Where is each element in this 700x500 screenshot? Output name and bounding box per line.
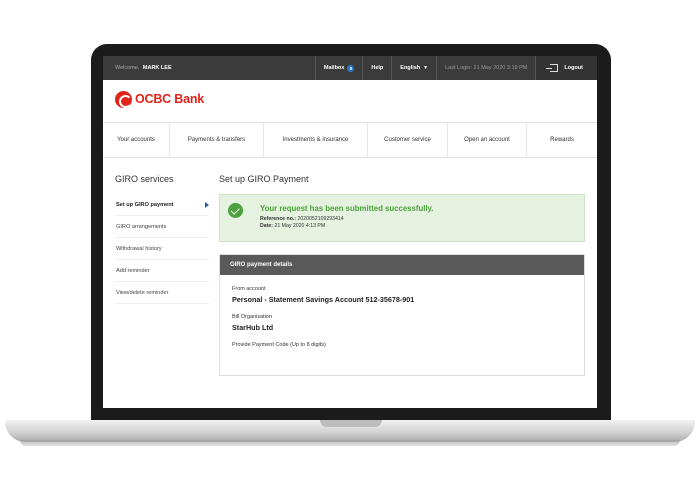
last-login-text: Last Login: 21 May 2020 3:19 PM [445, 65, 528, 71]
logo-row: OCBC Bank [103, 80, 597, 118]
nav-label: Open an account [464, 137, 510, 143]
nav-your-accounts[interactable]: Your accounts [103, 123, 170, 157]
date-value: 21 May 2020 4:13 PM [274, 223, 326, 230]
nav-payments-transfers[interactable]: Payments & transfers [170, 123, 264, 157]
ocbc-logo-icon[interactable] [115, 90, 132, 108]
date-line: Date: 21 May 2020 4:13 PM [260, 223, 433, 230]
screen: Welcome, MARK LEE Mailbox 0 Help English… [103, 56, 597, 408]
sidebar-item-label: Withdrawal history [116, 246, 162, 252]
user-name: MARK LEE [142, 65, 172, 71]
from-account-label: From account [232, 286, 266, 292]
payment-code-label: Provide Payment Code (Up to 8 digits) [232, 342, 326, 348]
brand-name[interactable]: OCBC Bank [135, 92, 204, 106]
sidebar-title: GIRO services [115, 174, 174, 184]
success-body: Your request has been submitted successf… [260, 204, 433, 235]
page-title: Set up GIRO Payment [219, 174, 309, 184]
main-panel: Set up GIRO Payment Your request has bee… [219, 174, 585, 376]
sidebar-item-label: Set up GIRO payment [116, 202, 174, 208]
sidebar-item-giro-arrangements[interactable]: GIRO arrangements [115, 216, 209, 238]
bill-organisation-label: Bill Organisation [232, 314, 273, 320]
last-login: Last Login: 21 May 2020 3:19 PM [436, 56, 535, 80]
reference-line: Reference no.: 2020052109293414 [260, 216, 433, 223]
nav-investments-insurance[interactable]: Investments & insurance [264, 123, 368, 157]
top-bar: Welcome, MARK LEE Mailbox 0 Help English… [103, 56, 597, 80]
main-nav: Your accounts Payments & transfers Inves… [103, 122, 597, 158]
logout-icon [546, 64, 559, 72]
panel-body: From account Personal - Statement Saving… [220, 275, 584, 375]
welcome-label: Welcome, [115, 65, 140, 71]
giro-details-panel: GIRO payment details From account Person… [219, 254, 585, 376]
sidebar-item-label: Add reminder [116, 268, 150, 274]
logout-button[interactable]: Logout [535, 56, 597, 80]
nav-open-account[interactable]: Open an account [448, 123, 527, 157]
help-label: Help [371, 65, 384, 71]
sidebar-item-view-delete-reminder[interactable]: View/delete reminder [115, 282, 209, 304]
bill-organisation-value: StarHub Ltd [232, 323, 274, 332]
welcome-text: Welcome, MARK LEE [103, 65, 315, 71]
nav-customer-service[interactable]: Customer service [368, 123, 448, 157]
language-label: English [400, 65, 421, 71]
content-area: GIRO services Set up GIRO payment GIRO a… [103, 174, 597, 376]
success-banner: Your request has been submitted successf… [219, 194, 585, 242]
nav-label: Customer service [384, 137, 431, 143]
mailbox-link[interactable]: Mailbox 0 [314, 56, 362, 80]
reference-value: 2020052109293414 [297, 216, 344, 222]
mailbox-label: Mailbox [323, 65, 345, 71]
mailbox-count-badge: 0 [347, 64, 355, 72]
chevron-down-icon: ▼ [423, 65, 429, 71]
logout-label: Logout [564, 65, 583, 71]
sidebar-item-set-up-giro-payment[interactable]: Set up GIRO payment [115, 194, 209, 216]
language-select[interactable]: English ▼ [391, 56, 436, 80]
chevron-right-icon [205, 202, 209, 208]
nav-rewards[interactable]: Rewards [527, 123, 597, 157]
panel-header: GIRO payment details [220, 255, 584, 275]
laptop-notch [320, 420, 382, 427]
check-circle-icon [228, 203, 243, 218]
sidebar: GIRO services Set up GIRO payment GIRO a… [115, 174, 209, 376]
nav-label: Investments & insurance [282, 137, 349, 143]
nav-label: Rewards [550, 137, 574, 143]
nav-label: Your accounts [117, 137, 155, 143]
sidebar-item-label: View/delete reminder [116, 290, 169, 296]
help-link[interactable]: Help [362, 56, 391, 80]
from-account-value: Personal - Statement Savings Account 512… [232, 295, 415, 304]
sidebar-item-add-reminder[interactable]: Add reminder [115, 260, 209, 282]
sidebar-item-label: GIRO arrangements [116, 224, 167, 230]
nav-label: Payments & transfers [187, 137, 246, 143]
success-message: Your request has been submitted successf… [260, 204, 434, 213]
date-label: Date: [260, 223, 273, 230]
sidebar-item-withdrawal-history[interactable]: Withdrawal history [115, 238, 209, 260]
laptop-foot [20, 440, 680, 446]
reference-label: Reference no.: [260, 216, 297, 222]
